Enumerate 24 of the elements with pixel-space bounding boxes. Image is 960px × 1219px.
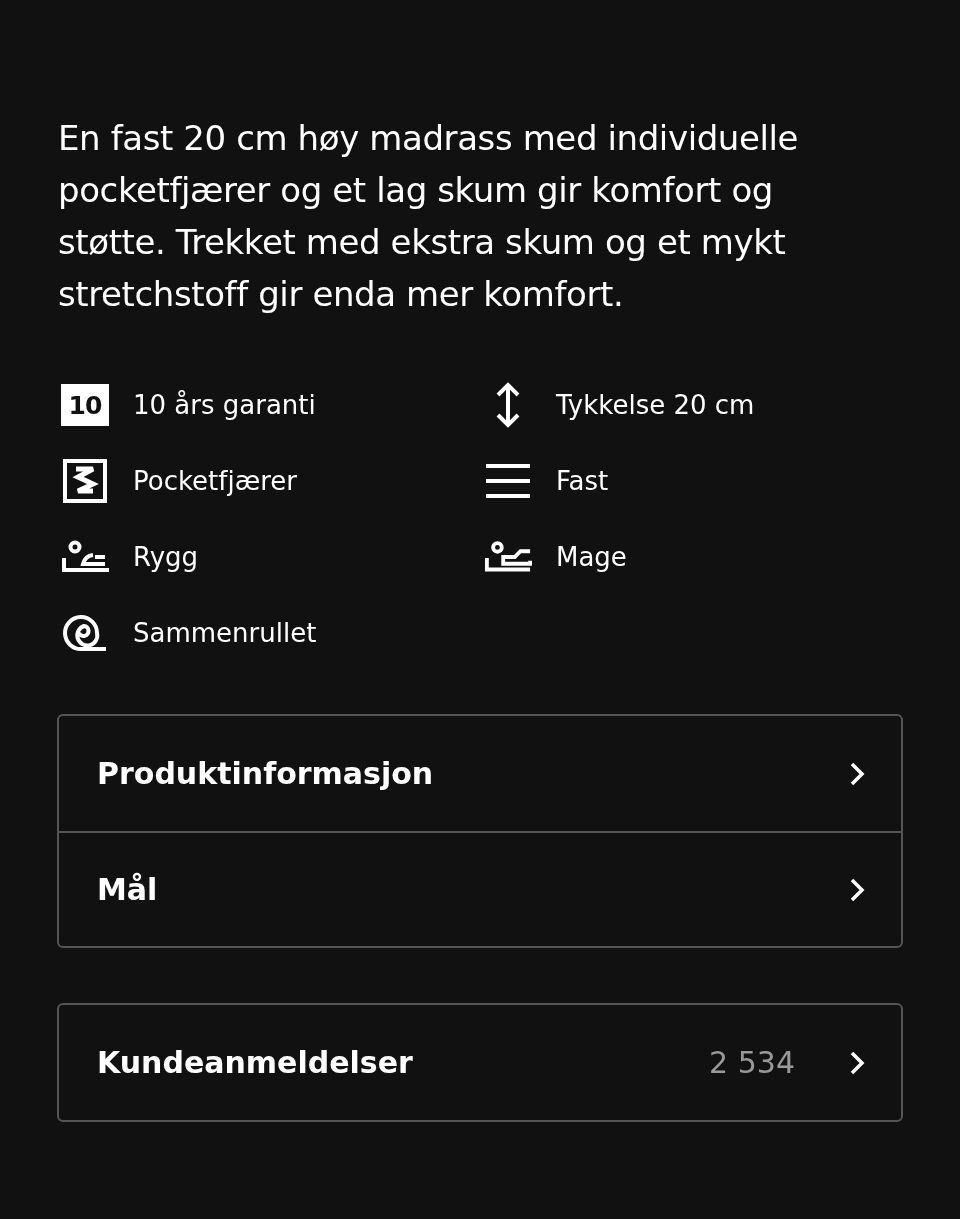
feature-label: Fast — [556, 466, 609, 496]
row-title: Kundeanmeldelser — [97, 1045, 414, 1080]
person-lying-icon — [61, 540, 109, 574]
roll-icon — [62, 614, 108, 652]
chevron-right-icon — [849, 760, 865, 787]
review-count: 2 534 — [709, 1045, 795, 1080]
row-title: Produktinformasjon — [97, 756, 435, 791]
feature-label: Mage — [556, 542, 627, 572]
person-lying-icon — [484, 540, 532, 574]
feature-label: Pocketfjærer — [133, 466, 297, 496]
accordion-row[interactable]: Produktinformasjon — [59, 716, 901, 831]
feature-label: Sammenrullet — [133, 618, 317, 648]
chevron-right-icon — [849, 876, 865, 903]
feature-label: Rygg — [133, 542, 199, 572]
accordion-row[interactable]: Kundeanmeldelser 2 534 — [59, 1005, 901, 1120]
lines-icon — [486, 462, 530, 500]
accordion-row[interactable]: Mål — [59, 831, 901, 946]
row-title: Mål — [97, 872, 159, 907]
feature-label: Tykkelse 20 cm — [556, 390, 755, 420]
chevron-right-icon — [849, 1049, 865, 1076]
product-description: En fast 20 cm høy madrass med individuelle pocketfjærer og et lag skum gir komfort og støtte. Trekket med ekstra skum og et mykt stretchstoff gir enda mer komfort. — [58, 117, 800, 316]
spring-icon — [62, 458, 108, 504]
warranty-badge-icon: 10 — [61, 384, 109, 426]
feature-label: 10 års garanti — [133, 390, 316, 420]
